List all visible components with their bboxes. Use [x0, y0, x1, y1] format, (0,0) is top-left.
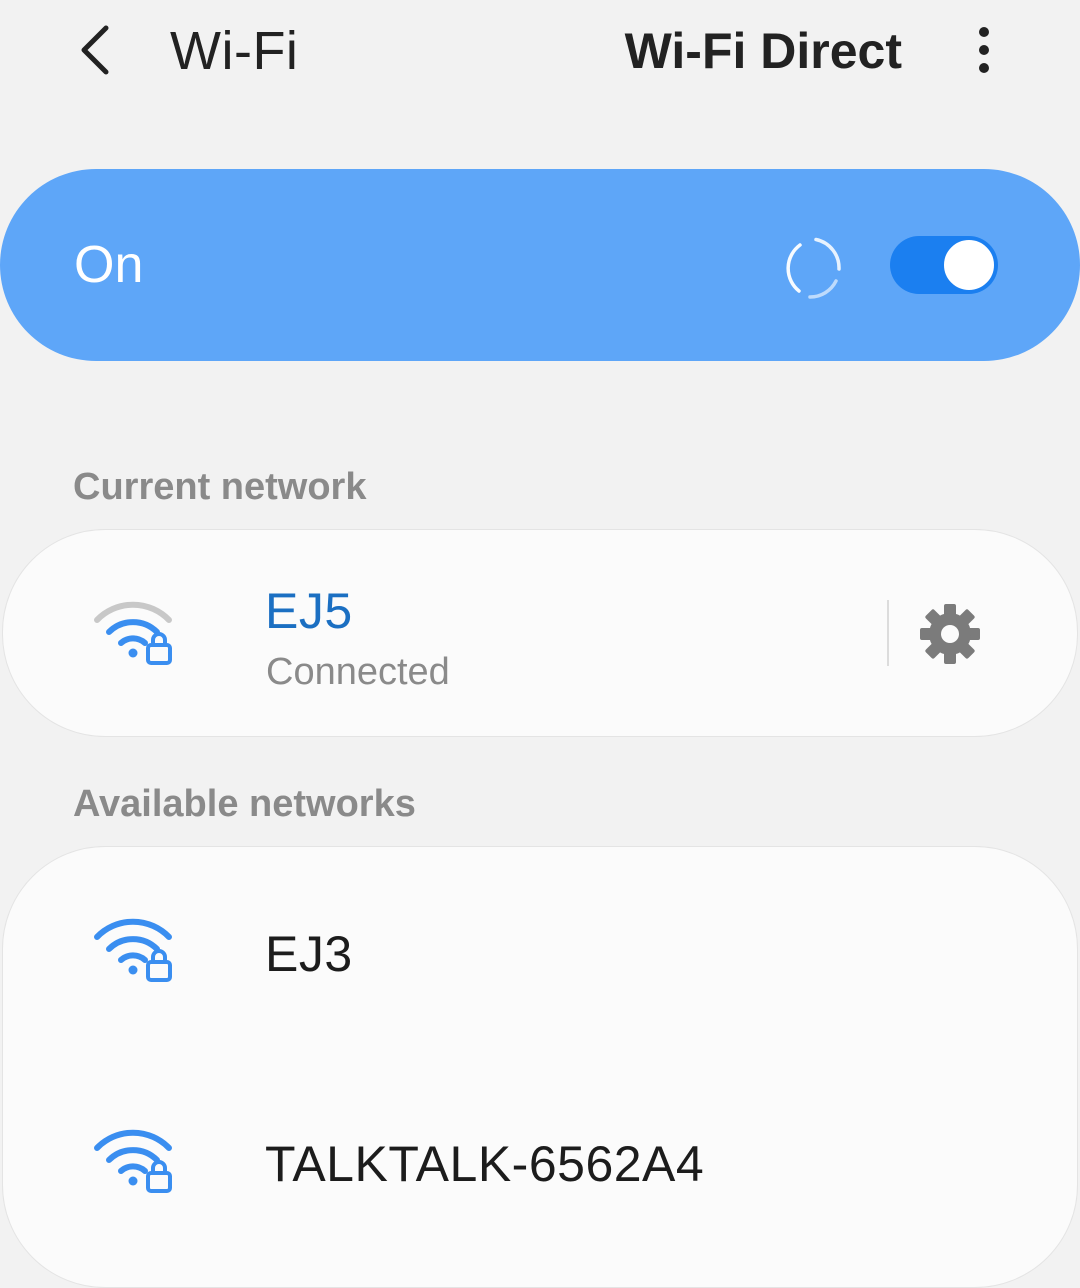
current-network-status: Connected [266, 651, 450, 693]
network-settings-button[interactable] [915, 602, 985, 666]
more-options-icon [979, 27, 989, 37]
more-options-button[interactable] [960, 18, 1008, 82]
available-network-item[interactable]: TALKTALK-6562A4 [3, 1057, 1077, 1267]
master-switch-label: On [74, 236, 144, 294]
available-network-item[interactable]: EJ3 [3, 847, 1077, 1057]
current-network-card: EJ5 Connected [2, 529, 1078, 737]
row-divider [887, 600, 889, 666]
available-network-name: EJ3 [265, 926, 353, 982]
back-button[interactable] [62, 18, 126, 82]
app-header: Wi-Fi Wi-Fi Direct [0, 0, 1080, 110]
current-network-item[interactable]: EJ5 Connected [3, 530, 1077, 736]
scanning-spinner-icon [786, 237, 841, 299]
back-arrow-icon [81, 25, 109, 75]
page-title: Wi-Fi [170, 21, 299, 81]
wifi-direct-button[interactable]: Wi-Fi Direct [625, 20, 902, 82]
available-networks-card: EJ3 TALKTALK-6562A4 [2, 846, 1078, 1288]
available-network-name: TALKTALK-6562A4 [265, 1136, 705, 1192]
gear-icon [920, 604, 980, 664]
wifi-lock-icon [94, 1129, 172, 1193]
wifi-toggle-switch[interactable] [890, 236, 998, 294]
current-network-name: EJ5 [265, 583, 353, 639]
wifi-lock-icon [94, 601, 172, 665]
available-networks-heading: Available networks [73, 783, 416, 825]
toggle-knob [942, 238, 996, 292]
wifi-lock-icon [94, 918, 172, 982]
current-network-heading: Current network [73, 466, 367, 508]
wifi-master-switch-card[interactable]: On [0, 169, 1080, 361]
